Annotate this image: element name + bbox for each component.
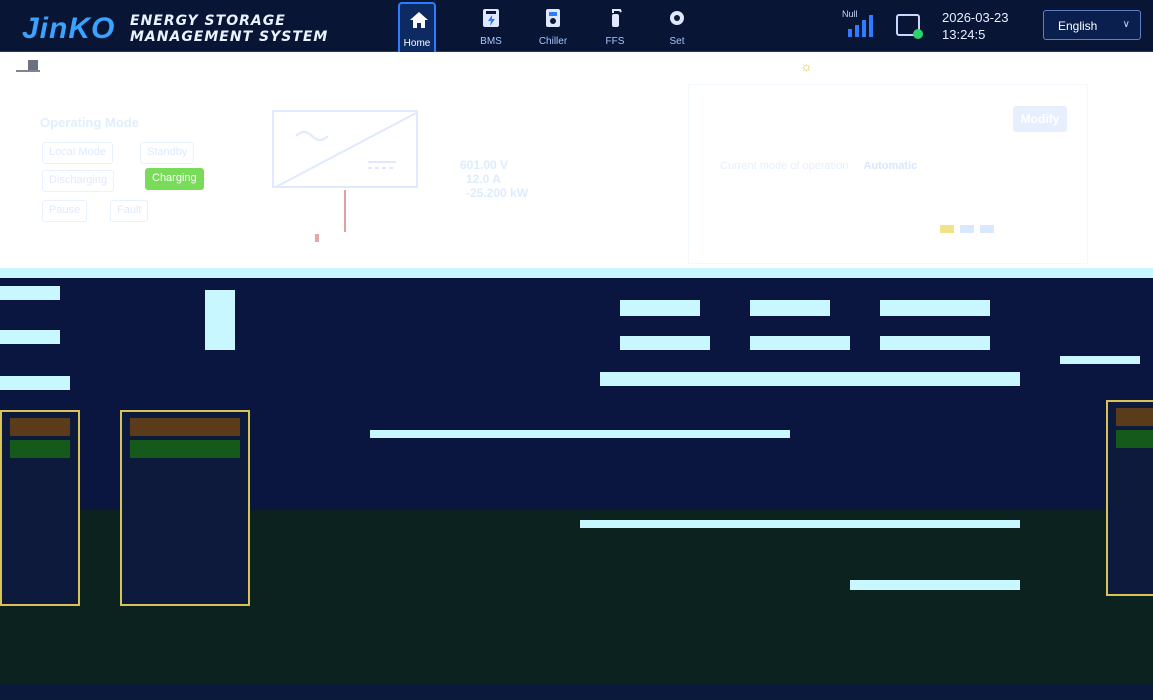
status-marker-line <box>16 70 40 72</box>
render-artifact <box>620 336 710 350</box>
signal-indicator: Null <box>842 9 882 39</box>
render-artifact <box>600 372 1020 386</box>
render-artifact <box>0 330 60 344</box>
status-marker <box>28 60 38 70</box>
battery-charge-icon <box>483 9 499 27</box>
date-text: 2026-03-23 <box>942 10 1009 25</box>
app-root: JinKO ENERGY STORAGE MANAGEMENT SYSTEM H… <box>0 0 1153 700</box>
render-artifact <box>620 300 700 316</box>
render-artifact <box>1060 356 1140 364</box>
nav-label-bms: BMS <box>480 36 502 47</box>
time-text: 13:24:5 <box>942 27 986 42</box>
system-title: ENERGY STORAGE MANAGEMENT SYSTEM <box>130 13 328 45</box>
cluster-soh-bar <box>10 440 70 458</box>
render-artifact <box>850 580 1020 590</box>
system-title-line2: MANAGEMENT SYSTEM <box>130 29 329 45</box>
current-mode-label: Current mode of operation <box>720 160 849 172</box>
legend-swatch-blue <box>960 225 974 233</box>
cluster-soc-bar <box>10 418 70 436</box>
nav-label-set: Set <box>669 36 685 47</box>
legend-swatch-blue-2 <box>980 225 994 233</box>
gear-icon <box>670 11 684 25</box>
language-select[interactable]: English ∨ <box>1043 10 1141 40</box>
modify-button[interactable]: Modify <box>1013 106 1067 132</box>
chevron-down-icon: ∨ <box>1122 19 1130 30</box>
pcs-voltage: 601.00 V <box>460 158 509 172</box>
mode-local-button[interactable]: Local Mode <box>42 142 113 164</box>
battery-cluster-card-2[interactable] <box>120 410 250 606</box>
battery-cluster-card-1[interactable] <box>0 410 80 606</box>
cluster-soh-bar <box>130 440 240 458</box>
mode-standby-button[interactable]: Standby <box>140 142 195 164</box>
signal-bars-icon <box>848 15 873 37</box>
pcs-connection-line <box>344 190 346 232</box>
render-artifact <box>0 376 70 390</box>
footer-bar <box>0 684 1153 700</box>
cluster-soc-bar <box>1116 408 1153 426</box>
pcs-readings: 601.00 V 12.0 A -25.200 kW <box>460 158 528 200</box>
top-header: JinKO ENERGY STORAGE MANAGEMENT SYSTEM H… <box>0 0 1153 60</box>
battery-cluster-card-3[interactable] <box>1106 400 1153 596</box>
chiller-icon <box>546 9 560 27</box>
render-artifact <box>0 286 60 300</box>
cluster-soc-bar <box>130 418 240 436</box>
render-artifact <box>880 300 990 316</box>
render-artifact <box>205 290 235 350</box>
language-value: English <box>1058 19 1098 33</box>
pcs-current: 12.0 A <box>466 172 501 186</box>
render-artifact <box>0 268 1153 278</box>
fire-extinguisher-icon <box>612 9 622 27</box>
monitor-icon[interactable] <box>896 14 923 39</box>
render-artifact <box>880 336 990 350</box>
nav-label-ffs: FFS <box>605 36 625 47</box>
system-title-line1: ENERGY STORAGE <box>130 13 286 29</box>
pcs-power: -25.200 kW <box>466 186 529 200</box>
mode-discharging-button[interactable]: Discharging <box>42 170 115 192</box>
home-icon <box>410 12 428 28</box>
datetime: 2026-03-23 13:24:5 <box>942 9 1009 43</box>
sun-icon: ☼ <box>800 58 813 74</box>
panel-legend <box>940 220 1040 236</box>
current-mode-value: Automatic <box>863 160 918 172</box>
render-artifact <box>370 430 790 438</box>
pcs-converter-icon <box>274 112 418 188</box>
render-artifact <box>750 300 830 316</box>
mode-pause-button[interactable]: Pause <box>42 200 88 222</box>
render-artifact <box>750 336 850 350</box>
online-status-dot <box>913 29 923 39</box>
cluster-soh-bar <box>1116 430 1153 448</box>
render-artifact <box>580 520 1020 528</box>
pcs-diagram <box>272 110 418 188</box>
operating-mode-title: Operating Mode <box>40 115 139 130</box>
mode-charging-button[interactable]: Charging <box>145 168 204 190</box>
current-mode-info: Current mode of operation Automatic <box>720 160 917 172</box>
jinko-logo: JinKO <box>22 12 116 45</box>
mode-fault-button[interactable]: Fault <box>110 200 149 222</box>
pcs-flow-indicator <box>315 234 319 242</box>
legend-swatch-yellow <box>940 225 954 233</box>
nav-label-home: Home <box>403 38 431 49</box>
nav-label-chiller: Chiller <box>538 36 568 47</box>
